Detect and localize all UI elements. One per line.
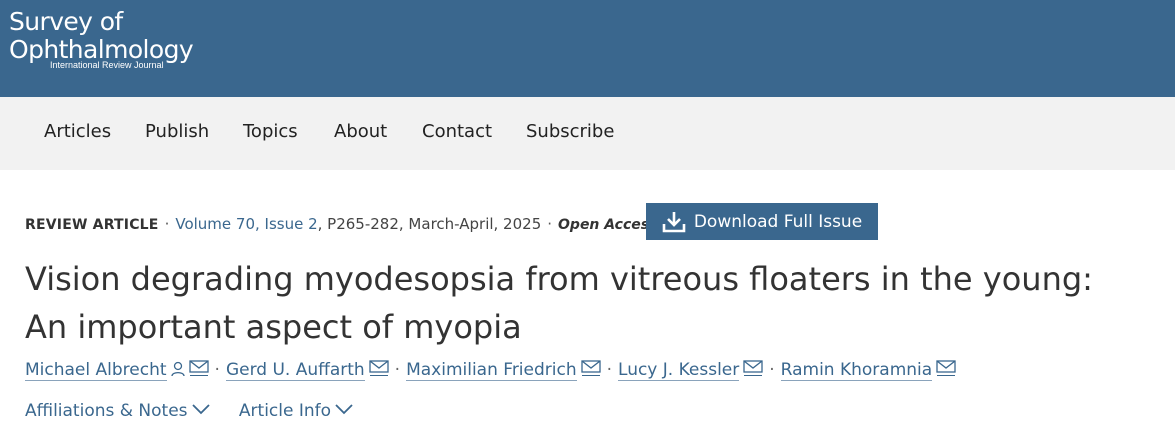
volume-issue-link[interactable]: Volume 70, Issue 2	[175, 215, 317, 233]
email-icon[interactable]	[936, 360, 956, 377]
nav-item-about[interactable]: About	[334, 121, 387, 142]
open-access-label: Open Access	[558, 217, 658, 233]
pages-date: , P265-282, March-April, 2025	[317, 215, 542, 233]
author-link[interactable]: Maximilian Friedrich	[406, 360, 577, 381]
author-link[interactable]: Ramin Khoramnia	[780, 360, 933, 381]
author-list: Michael Albrecht · Gerd U. Auffarth · Maximi…	[25, 360, 956, 381]
email-icon[interactable]	[580, 360, 601, 377]
author-separator: ·	[394, 360, 401, 380]
main-nav: Articles Publish Topics About Contact Su…	[0, 97, 1175, 170]
title-line-2: An important aspect of myopia	[25, 308, 522, 346]
journal-logo[interactable]: Survey of Ophthalmology International Re…	[9, 7, 194, 71]
nav-item-topics[interactable]: Topics	[243, 121, 298, 142]
author-separator: ·	[214, 360, 220, 380]
chevron-down-icon	[335, 404, 353, 415]
email-icon[interactable]	[743, 360, 763, 377]
email-icon[interactable]	[188, 360, 209, 377]
affiliations-toggle[interactable]: Affiliations & Notes	[25, 401, 210, 421]
author-separator: ·	[606, 360, 613, 380]
email-icon[interactable]	[369, 360, 389, 377]
title-line-1: Vision degrading myodesopsia from vitreo…	[25, 260, 1093, 298]
download-icon	[662, 211, 686, 232]
logo-name-line1: Survey of	[9, 7, 123, 36]
meta-separator: ·	[547, 215, 553, 233]
author-separator: ·	[769, 360, 775, 380]
nav-item-subscribe[interactable]: Subscribe	[526, 121, 614, 142]
nav-item-articles[interactable]: Articles	[44, 121, 111, 142]
nav-item-publish[interactable]: Publish	[145, 121, 209, 142]
chevron-down-icon	[191, 404, 210, 415]
affiliations-label: Affiliations & Notes	[25, 401, 188, 421]
nav-item-contact[interactable]: Contact	[422, 121, 492, 142]
meta-separator: ·	[164, 215, 170, 233]
author-link[interactable]: Gerd U. Auffarth	[225, 360, 365, 381]
article-info-toggle[interactable]: Article Info	[239, 401, 353, 421]
article-info-label: Article Info	[238, 401, 332, 421]
site-header: Survey of Ophthalmology International Re…	[0, 0, 1175, 97]
article-meta: REVIEW ARTICLE · Volume 70, Issue 2, P265-…	[25, 215, 657, 233]
author-link[interactable]: Lucy J. Kessler	[618, 360, 740, 381]
article-title: Vision degrading myodesopsia from vitreo…	[25, 255, 1165, 351]
author-link[interactable]: Michael Albrecht	[25, 360, 167, 381]
download-label: Download Full Issue	[693, 211, 863, 232]
article-type: REVIEW ARTICLE	[25, 217, 159, 233]
download-full-issue-button[interactable]: Download Full Issue	[646, 203, 878, 240]
person-icon[interactable]	[170, 361, 185, 377]
article-expanders: Affiliations & Notes Article Info	[25, 401, 377, 421]
